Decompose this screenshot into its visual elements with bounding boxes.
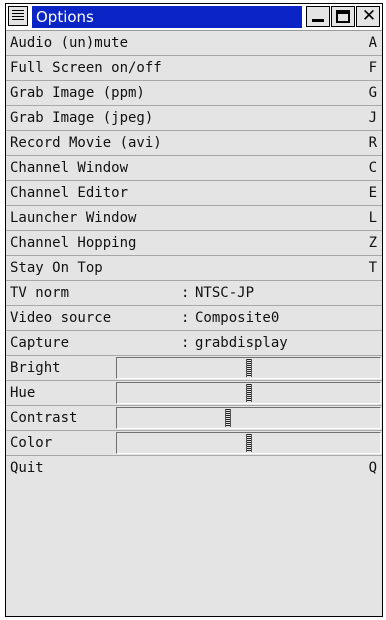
slider-track[interactable] xyxy=(116,432,381,454)
shortcut-key: E xyxy=(368,185,377,201)
slider-handle[interactable] xyxy=(225,409,231,427)
setting-separator: : xyxy=(181,310,190,326)
slider-handle[interactable] xyxy=(246,359,252,377)
slider-color: Color xyxy=(6,431,382,456)
setting-tv-norm[interactable]: TV norm: NTSC-JP xyxy=(6,281,382,306)
slider-track[interactable] xyxy=(116,382,381,404)
menu-item-audio-mute[interactable]: Audio (un)mute A xyxy=(6,31,382,56)
menu-item-label: Channel Window xyxy=(10,160,129,176)
slider-handle[interactable] xyxy=(246,384,252,402)
menu-item-label: Record Movie (avi) xyxy=(10,135,162,151)
maximize-icon xyxy=(336,10,350,23)
menu-item-channel-editor[interactable]: Channel Editor E xyxy=(6,181,382,206)
shortcut-key: T xyxy=(368,260,377,276)
options-window: Options ✕ Audio (un)mute A Full Screen on… xyxy=(5,3,383,617)
shortcut-key: C xyxy=(368,160,377,176)
setting-capture[interactable]: Capture: grabdisplay xyxy=(6,331,382,356)
minimize-button[interactable] xyxy=(306,6,330,27)
slider-label: Contrast xyxy=(10,410,78,426)
menu-item-quit[interactable]: Quit Q xyxy=(6,456,382,481)
menu-item-stay-on-top[interactable]: Stay On Top T xyxy=(6,256,382,281)
setting-value: Composite0 xyxy=(195,310,280,326)
menu-item-grab-jpeg[interactable]: Grab Image (jpeg) J xyxy=(6,106,382,131)
shortcut-key: L xyxy=(368,210,377,226)
menu-item-label: Channel Editor xyxy=(10,185,129,201)
setting-value: NTSC-JP xyxy=(195,285,255,301)
maximize-button[interactable] xyxy=(331,6,355,27)
slider-hue: Hue xyxy=(6,381,382,406)
shortcut-key: R xyxy=(368,135,377,151)
menu-icon xyxy=(12,10,24,22)
shortcut-key: A xyxy=(368,35,377,51)
menu-item-channel-hopping[interactable]: Channel Hopping Z xyxy=(6,231,382,256)
slider-contrast: Contrast xyxy=(6,406,382,431)
minimize-icon xyxy=(312,19,324,22)
close-icon: ✕ xyxy=(361,6,377,26)
menu-item-label: Audio (un)mute xyxy=(10,35,129,51)
menu-item-grab-ppm[interactable]: Grab Image (ppm) G xyxy=(6,81,382,106)
shortcut-key: G xyxy=(368,85,377,101)
slider-label: Color xyxy=(10,435,53,451)
slider-track[interactable] xyxy=(116,407,381,429)
menu-item-label: Channel Hopping xyxy=(10,235,137,251)
menu-item-label: Quit xyxy=(10,460,44,476)
shortcut-key: F xyxy=(368,60,377,76)
menu-item-label: Grab Image (jpeg) xyxy=(10,110,154,126)
menu-item-label: Grab Image (ppm) xyxy=(10,85,145,101)
menu-item-record-movie[interactable]: Record Movie (avi) R xyxy=(6,131,382,156)
setting-separator: : xyxy=(181,335,190,351)
setting-label: Video source xyxy=(10,310,112,326)
slider-label: Bright xyxy=(10,360,61,376)
setting-video-source[interactable]: Video source: Composite0 xyxy=(6,306,382,331)
menu-item-label: Launcher Window xyxy=(10,210,137,226)
setting-label: Capture xyxy=(10,335,70,351)
setting-separator: : xyxy=(181,285,190,301)
slider-track[interactable] xyxy=(116,357,381,379)
shortcut-key: Z xyxy=(368,235,377,251)
shortcut-key: J xyxy=(368,110,377,126)
menu-item-full-screen[interactable]: Full Screen on/off F xyxy=(6,56,382,81)
setting-label: TV norm xyxy=(10,285,70,301)
menu-item-launcher-window[interactable]: Launcher Window L xyxy=(6,206,382,231)
setting-value: grabdisplay xyxy=(195,335,288,351)
title-bar[interactable]: Options ✕ xyxy=(6,4,382,31)
slider-label: Hue xyxy=(10,385,36,401)
close-button[interactable]: ✕ xyxy=(356,6,380,27)
slider-bright: Bright xyxy=(6,356,382,381)
window-title: Options xyxy=(32,6,302,28)
shortcut-key: Q xyxy=(368,460,377,476)
menu-item-label: Full Screen on/off xyxy=(10,60,162,76)
options-menu: Audio (un)mute A Full Screen on/off F Grab… xyxy=(6,31,382,481)
menu-item-channel-window[interactable]: Channel Window C xyxy=(6,156,382,181)
menu-item-label: Stay On Top xyxy=(10,260,103,276)
window-menu-button[interactable] xyxy=(8,6,28,26)
slider-handle[interactable] xyxy=(246,434,252,452)
